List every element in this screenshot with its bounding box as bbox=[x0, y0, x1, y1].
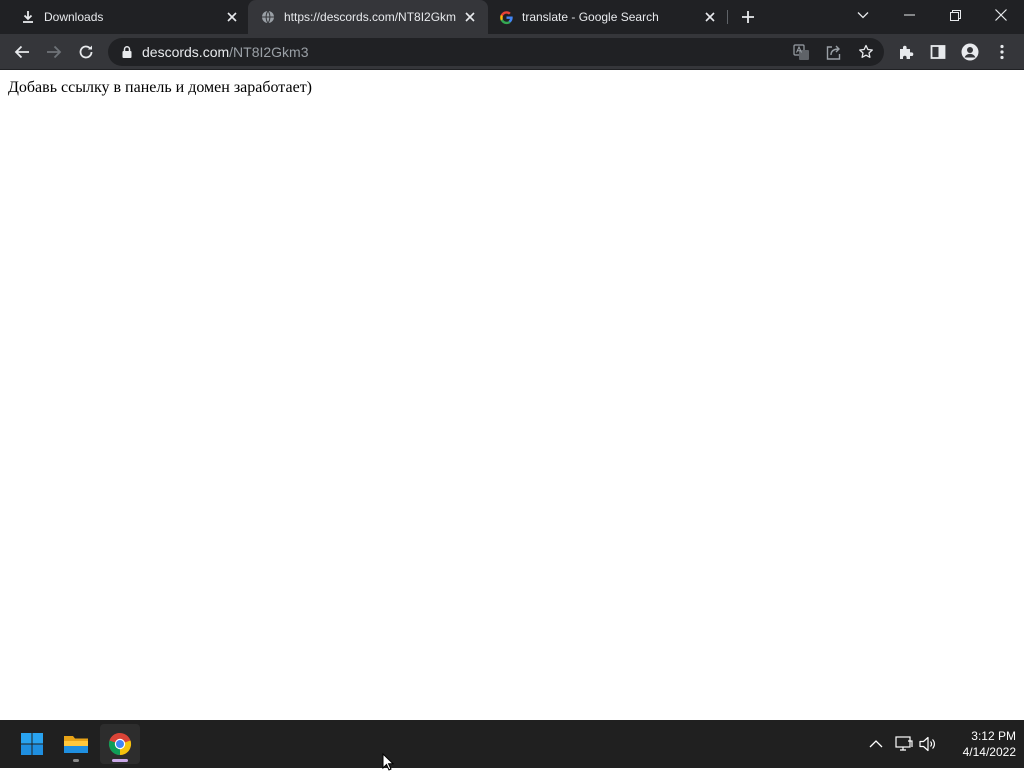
browser-toolbar: descords.com/NT8I2Gkm3 bbox=[0, 34, 1024, 70]
restore-icon bbox=[949, 9, 961, 21]
translate-icon[interactable] bbox=[791, 42, 811, 62]
close-icon[interactable] bbox=[462, 9, 478, 25]
page-message: Добавь ссылку в панель и домен заработае… bbox=[8, 79, 313, 96]
google-icon bbox=[498, 9, 514, 25]
extensions-button[interactable] bbox=[892, 38, 920, 66]
side-panel-button[interactable] bbox=[924, 38, 952, 66]
arrow-right-icon bbox=[47, 45, 62, 59]
taskbar-clock[interactable]: 3:12 PM 4/14/2022 bbox=[940, 728, 1016, 760]
back-button[interactable] bbox=[8, 38, 36, 66]
puzzle-icon bbox=[900, 45, 914, 59]
tab-title: Downloads bbox=[44, 10, 104, 24]
close-icon bbox=[995, 9, 1007, 21]
url-host: descords.com bbox=[142, 44, 230, 60]
taskbar: 3:12 PM 4/14/2022 bbox=[0, 720, 1024, 768]
tab-title: translate - Google Search bbox=[522, 10, 659, 24]
url-path: /NT8I2Gkm3 bbox=[229, 44, 309, 60]
profile-button[interactable] bbox=[956, 38, 984, 66]
file-explorer-button[interactable] bbox=[56, 724, 96, 764]
tab-search-button[interactable] bbox=[840, 0, 886, 30]
start-button[interactable] bbox=[12, 724, 52, 764]
mouse-cursor-icon bbox=[382, 753, 394, 771]
url-text[interactable]: descords.com/NT8I2Gkm3 bbox=[142, 44, 309, 60]
volume-icon[interactable] bbox=[918, 734, 938, 754]
menu-button[interactable] bbox=[988, 38, 1016, 66]
star-icon[interactable] bbox=[856, 42, 876, 62]
lock-icon[interactable] bbox=[120, 45, 134, 59]
side-panel-icon bbox=[930, 45, 946, 59]
close-window-button[interactable] bbox=[978, 0, 1024, 30]
page-content: Добавь ссылку в панель и домен заработае… bbox=[0, 71, 1024, 720]
reload-icon bbox=[79, 45, 93, 59]
forward-button[interactable] bbox=[40, 38, 68, 66]
clock-date: 4/14/2022 bbox=[962, 745, 1016, 759]
tab-strip: Downloads https://descords.com/NT8I2Gkm3 bbox=[0, 0, 1024, 34]
restore-button[interactable] bbox=[932, 0, 978, 30]
chevron-up-icon bbox=[869, 740, 883, 748]
close-icon[interactable] bbox=[224, 9, 240, 25]
address-bar[interactable]: descords.com/NT8I2Gkm3 bbox=[108, 38, 884, 66]
download-icon bbox=[20, 9, 36, 25]
new-tab-button[interactable] bbox=[738, 7, 758, 27]
arrow-left-icon bbox=[14, 45, 29, 59]
tab-descords[interactable]: https://descords.com/NT8I2Gkm3 bbox=[248, 0, 488, 34]
tab-divider bbox=[727, 10, 728, 24]
folder-icon bbox=[64, 736, 88, 753]
tab-title: https://descords.com/NT8I2Gkm3 bbox=[284, 10, 456, 24]
share-icon[interactable] bbox=[823, 42, 843, 62]
globe-icon bbox=[260, 9, 276, 25]
minimize-button[interactable] bbox=[886, 0, 932, 30]
network-icon[interactable] bbox=[894, 734, 914, 754]
chrome-taskbar-button[interactable] bbox=[100, 724, 140, 764]
minimize-icon bbox=[903, 14, 915, 16]
tab-downloads[interactable]: Downloads bbox=[8, 0, 246, 34]
show-hidden-icons-button[interactable] bbox=[866, 734, 886, 754]
chrome-icon bbox=[108, 732, 132, 756]
close-icon[interactable] bbox=[702, 9, 718, 25]
reload-button[interactable] bbox=[72, 38, 100, 66]
more-vertical-icon bbox=[1000, 44, 1004, 60]
running-indicator bbox=[73, 759, 79, 762]
tab-google-search[interactable]: translate - Google Search bbox=[486, 0, 726, 34]
chevron-down-icon bbox=[857, 12, 869, 19]
active-indicator bbox=[112, 759, 128, 762]
profile-icon bbox=[961, 43, 979, 61]
windows-logo-icon bbox=[21, 733, 43, 755]
plus-icon bbox=[742, 11, 754, 23]
clock-time: 3:12 PM bbox=[971, 729, 1016, 743]
